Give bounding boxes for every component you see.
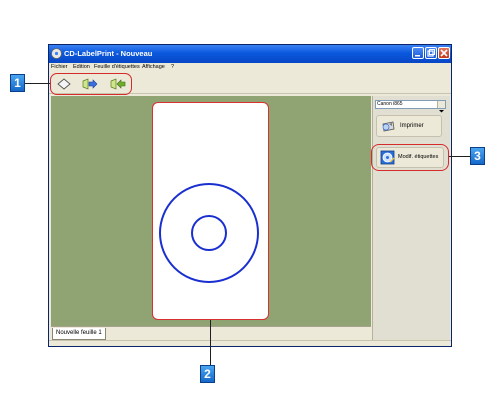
callout-badge-1: 1 <box>10 74 25 92</box>
minimize-button[interactable] <box>412 47 424 59</box>
status-bar <box>49 340 451 346</box>
toolbar-callout-highlight <box>50 73 132 95</box>
callout-line-1 <box>25 83 50 84</box>
disc-label-outline[interactable] <box>152 102 269 320</box>
printer-icon <box>382 121 395 132</box>
disc-outer-circle <box>159 183 259 283</box>
menu-help[interactable]: ? <box>171 63 174 72</box>
maximize-button[interactable] <box>425 47 437 59</box>
menu-affichage[interactable]: Affichage <box>142 63 165 72</box>
menu-feuille-etiquettes[interactable]: Feuille d'étiquettes <box>94 63 140 72</box>
restore-icon <box>427 49 435 57</box>
printer-select-value: Canon i865 <box>377 101 403 107</box>
callout-line-2 <box>210 320 211 365</box>
window-title: CD-LabelPrint - Nouveau <box>64 49 153 58</box>
print-label: Imprimer <box>400 123 424 129</box>
callout-badge-2: 2 <box>200 365 215 383</box>
chevron-down-icon[interactable] <box>437 101 445 113</box>
disc-inner-circle <box>191 215 227 251</box>
menu-edition[interactable]: Edition <box>73 63 90 72</box>
modify-callout-highlight <box>371 144 449 171</box>
close-icon <box>440 49 448 57</box>
tab-nouvelle-feuille[interactable]: Nouvelle feuille 1 <box>52 328 106 340</box>
callout-line-3 <box>449 156 470 157</box>
close-button[interactable] <box>438 47 450 59</box>
menu-fichier[interactable]: Fichier <box>51 63 68 72</box>
minimize-icon <box>415 55 420 57</box>
callout-badge-3: 3 <box>470 147 485 165</box>
app-icon <box>51 48 62 59</box>
